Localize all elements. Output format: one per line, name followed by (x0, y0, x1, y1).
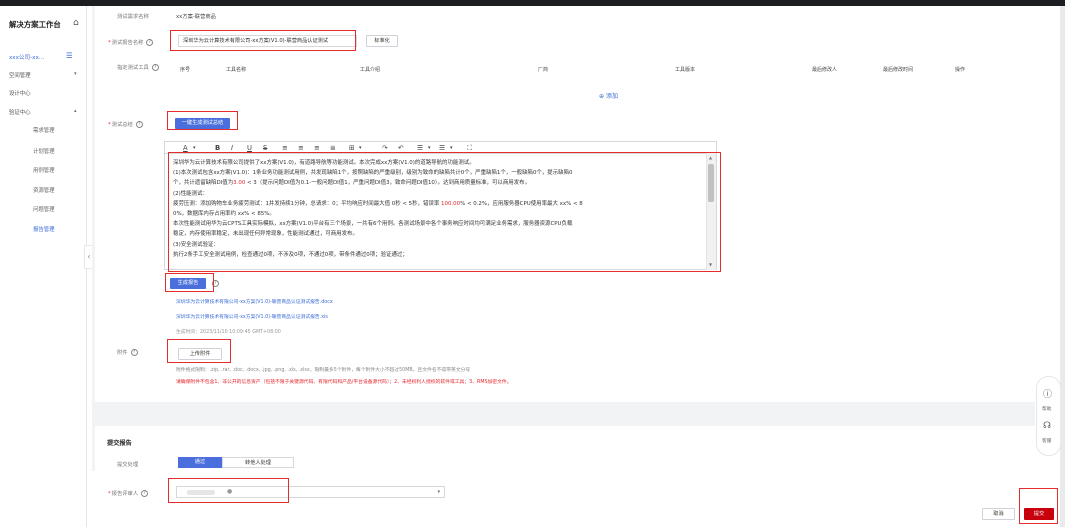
org-selector[interactable]: xxx公司-xx... (9, 53, 44, 61)
help-icon[interactable]: ? (130, 349, 138, 356)
sidebar-item-requirements[interactable]: 需求管理 (33, 126, 55, 134)
tools-label: 指定测试工具? (117, 63, 159, 71)
chevron-down-icon[interactable]: ▾ (437, 489, 440, 495)
sidebar-item-verify[interactable]: 验证中心 (9, 108, 31, 116)
chevron-down-icon[interactable]: ▾ (74, 71, 77, 77)
sidebar-item-reports[interactable]: 报告管理 (33, 225, 55, 233)
handling-label: 提交处理 (117, 462, 139, 468)
scroll-down-icon[interactable]: ▼ (709, 262, 712, 267)
generate-summary-button[interactable]: 一键生成测试总结 (175, 118, 230, 129)
help-label[interactable]: 帮助 (1042, 406, 1051, 412)
summary-editor[interactable]: 深圳华为云计算技术有限公司提供了xx方案(V1.0)，有道路导航等功能测试。本次… (164, 153, 717, 270)
report-file-docx[interactable]: 深圳华为云计算技术有限公司-xx方案(V1.0)-联营商品认证测试报告.docx (176, 298, 333, 305)
sidebar-item-plans[interactable]: 计划管理 (33, 147, 55, 155)
help-icon[interactable]: ? (141, 490, 149, 497)
help-icon[interactable]: ? (135, 121, 143, 128)
table-header: 最后修改时间 (883, 67, 914, 73)
service-label[interactable]: 客服 (1042, 438, 1051, 444)
sidebar-item-cases[interactable]: 用例管理 (33, 166, 55, 174)
editor-line: 个，共计遗留缺陷DI值为3.00 < 3（提示问题DI值为0.1-一般问题DI值… (173, 180, 531, 187)
generate-report-button[interactable]: 生成报告 (170, 278, 206, 289)
table-header: 最后修改人 (812, 67, 838, 73)
editor-line: (3)安全测试验证： (173, 241, 219, 248)
table-header: 工具介绍 (360, 67, 381, 73)
report-file-xls[interactable]: 深圳华为云计算技术有限公司-xx方案(V1.0)-联营商品认证测试报告.xls (176, 313, 328, 320)
page-scrollbar[interactable] (1060, 6, 1065, 527)
table-header: 操作 (955, 67, 966, 73)
table-header: 序号 (180, 67, 191, 73)
selected-reviewer-chip (187, 490, 215, 495)
submit-button[interactable]: 提交 (1024, 508, 1054, 520)
home-icon[interactable]: ⌂ (73, 18, 79, 28)
sidebar-item-resources[interactable]: 资源管理 (33, 186, 55, 194)
editor-line: 执行2条手工安全测试用例，检查通过0项，不涉及0项，不通过0项，带条件通过0项；… (173, 251, 408, 258)
add-tool-link[interactable]: ⊕ 添加 (599, 91, 618, 100)
summary-label: *测试总结? (108, 120, 143, 128)
attachment-warning: 请确保附件不包含1、非公开的信息资产（包括不限于关键源代码、有限代码和产品/平台… (176, 380, 512, 385)
reviewer-label: *报告评审人? (108, 489, 149, 497)
editor-line: 本次性能测试用华为云CPTS工具实际模拟，xx方案(V1.0)平台有三个场景，一… (173, 221, 573, 228)
option-transfer[interactable]: 转他人处理 (222, 457, 294, 468)
requirement-label: 测试需求名称 (117, 14, 149, 20)
plus-circle-icon: ⊕ (599, 93, 605, 100)
report-name-label: *测试报告名称? (108, 38, 154, 46)
option-approve[interactable]: 通过 (178, 457, 222, 468)
editor-line: 疲劳压测：添加购物车业务疲劳测试：1并发持续1分钟，总请求：0；平均响应时间最大… (173, 200, 583, 207)
table-header: 厂商 (538, 67, 549, 73)
help-circle-icon[interactable]: ⓘ (1043, 387, 1052, 400)
headset-icon[interactable]: ☊ (1043, 421, 1051, 431)
submit-section-title: 提交报告 (107, 440, 132, 447)
table-header: 工具名称 (226, 67, 247, 73)
editor-line: 0%，数据库内存占用率约 xx% < 85%。 (173, 211, 275, 218)
help-icon[interactable]: ? (146, 39, 154, 46)
attachment-label: 附件? (117, 348, 138, 356)
scroll-up-icon[interactable]: ▲ (709, 155, 712, 160)
footer-panel (87, 471, 1065, 527)
sidebar-item-design[interactable]: 设计中心 (9, 89, 31, 97)
sidebar (0, 6, 87, 527)
sidebar-item-issues[interactable]: 问题管理 (33, 205, 55, 213)
editor-line: (2)性能测试： (173, 190, 208, 197)
clear-icon[interactable]: ● (227, 488, 232, 495)
attachment-note: 附件格式限制：.zip, .rar, .doc, .docx, .jpg, .p… (176, 368, 471, 373)
standardize-button[interactable]: 标准化 (366, 35, 398, 47)
app-root: 解决方案工作台 ⌂ xxx公司-xx... ☰ 空间管理 ▾ 设计中心 验证中心… (0, 0, 1065, 527)
report-name-input[interactable]: 深圳华为云计算技术有限公司-xx方案(V1.0)-联营商品认证测试 (178, 35, 357, 47)
help-icon[interactable]: ? (212, 280, 219, 287)
reviewer-select[interactable]: ● ▾ (176, 486, 445, 498)
editor-content: 深圳华为云计算技术有限公司提供了xx方案(V1.0)，有道路导航等功能测试。本次… (173, 158, 706, 260)
generated-time: 生成时间：2023/11/10 10:09:45 GMT+08:00 (176, 330, 281, 335)
sidebar-title: 解决方案工作台 (9, 20, 61, 29)
help-icon[interactable]: ? (151, 64, 159, 71)
table-header: 工具版本 (675, 67, 696, 73)
editor-line: (1)本次测试包含xx方案(V1.0)：1条业务功能测试用例，共发现缺陷1个，按… (173, 170, 573, 177)
cancel-button[interactable]: 取消 (982, 508, 1015, 520)
switch-org-icon[interactable]: ☰ (66, 51, 73, 60)
editor-line: 稳定，内存使用率稳定，未出现任何异常现象，性能测试通过，可商用发布。 (173, 231, 358, 238)
chevron-up-icon[interactable]: ▴ (74, 108, 77, 114)
editor-scroll-thumb[interactable] (708, 164, 714, 202)
editor-toolbar: A ▾ B I U S ≡ ≡ ≡ ≣ ⊞ ▾ ↷ ↶ ☰ ▾ ☰ ▾ ⛶ (164, 141, 717, 153)
editor-line: 深圳华为云计算技术有限公司提供了xx方案(V1.0)，有道路导航等功能测试。本次… (173, 160, 475, 166)
sidebar-item-space[interactable]: 空间管理 (9, 71, 31, 79)
upload-attachment-button[interactable]: 上传附件 (178, 348, 222, 360)
requirement-value: xx方案-联营商品 (176, 14, 216, 20)
